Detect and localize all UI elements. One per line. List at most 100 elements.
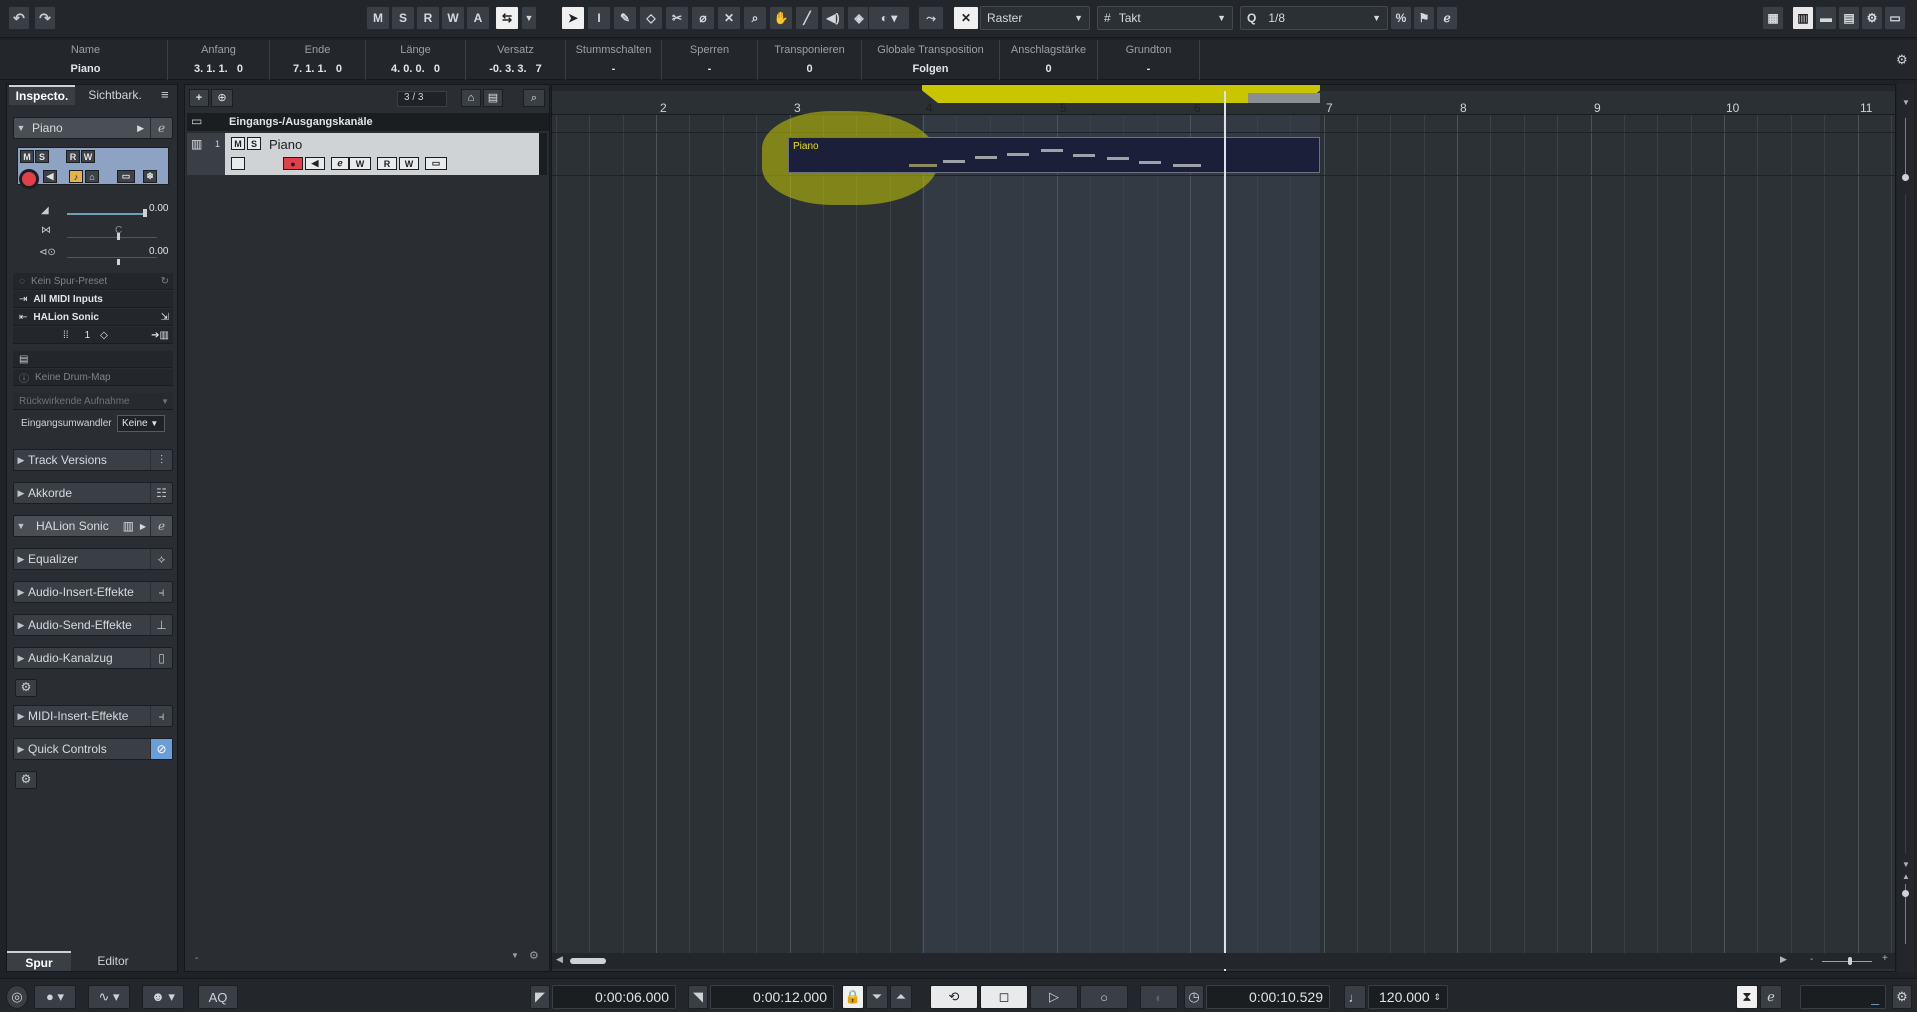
- tab-editor[interactable]: Editor: [73, 951, 153, 971]
- solo-button[interactable]: S: [35, 150, 49, 163]
- split-tool[interactable]: ✂: [665, 6, 689, 30]
- transport-gear-button[interactable]: ⚙: [1892, 985, 1912, 1009]
- layout-right-button[interactable]: ▤: [1838, 6, 1860, 30]
- range-tool[interactable]: I: [587, 6, 611, 30]
- grid-type-dropdown[interactable]: # Takt ▼: [1097, 6, 1233, 30]
- zoom-in-icon[interactable]: +: [1882, 953, 1888, 964]
- quantize-flag-button[interactable]: ⚑: [1413, 6, 1435, 30]
- info-col-transpose[interactable]: Transponieren 0: [758, 40, 862, 80]
- transport-settings-button[interactable]: ◎: [6, 985, 28, 1009]
- playhead-cursor[interactable]: [1224, 91, 1226, 971]
- right-locator-button[interactable]: ◥: [688, 985, 708, 1009]
- pan-slider-handle[interactable]: [117, 233, 120, 240]
- track-lanes-button[interactable]: ▭: [425, 157, 447, 170]
- mode-w-button[interactable]: W: [441, 6, 465, 30]
- vertical-zoom-dropdown[interactable]: ▼: [1902, 98, 1910, 107]
- vertical-scroll-track[interactable]: [1905, 194, 1906, 854]
- mute-tool[interactable]: ✕: [717, 6, 741, 30]
- monitor-button[interactable]: ◀: [43, 170, 57, 183]
- layout-lower-button[interactable]: ▬: [1815, 6, 1837, 30]
- info-col-length[interactable]: Länge 4. 0. 0. 0: [366, 40, 466, 80]
- read-button[interactable]: R: [66, 150, 80, 163]
- play-tool[interactable]: ◀): [821, 6, 845, 30]
- section-audio-inserts[interactable]: ▶ Audio-Insert-Effekte ⫞: [13, 581, 173, 603]
- info-col-offset[interactable]: Versatz -0. 3. 3. 7: [466, 40, 566, 80]
- line-tool[interactable]: ╱: [795, 6, 819, 30]
- color-menu-button[interactable]: ◐ ▾: [868, 6, 910, 30]
- auto-quantize-button[interactable]: AQ: [198, 985, 238, 1009]
- add-track-preset-button[interactable]: ⊕: [211, 89, 233, 107]
- track-record-button[interactable]: ●: [283, 157, 303, 170]
- horizontal-scroll-thumb[interactable]: [570, 958, 606, 964]
- info-col-start[interactable]: Anfang 3. 1. 1. 0: [168, 40, 270, 80]
- volume-slider[interactable]: [67, 213, 147, 215]
- folder-track[interactable]: ▭ Eingangs-/Ausgangskanäle: [187, 113, 549, 131]
- right-locator-field[interactable]: 0:00:12.000: [710, 985, 834, 1009]
- delay-slider-handle[interactable]: [117, 259, 120, 265]
- horizontal-zoom-handle[interactable]: [1848, 957, 1852, 965]
- vertical-scrollbar[interactable]: ▼ ▼ ▲: [1897, 84, 1915, 972]
- delay-slider[interactable]: [67, 257, 157, 258]
- info-col-mute[interactable]: Stummschalten -: [566, 40, 662, 80]
- section-track-versions[interactable]: ▶ Track Versions ⫶: [13, 449, 173, 471]
- add-track-button[interactable]: +: [189, 89, 209, 107]
- midi-note[interactable]: [1107, 157, 1129, 160]
- time-format-button[interactable]: ◷: [1184, 985, 1204, 1009]
- vertical-zoom-handle[interactable]: [1902, 174, 1909, 181]
- autoscroll-dropdown[interactable]: ▼: [521, 6, 537, 30]
- position-field[interactable]: 0:00:10.529: [1206, 985, 1330, 1009]
- lanes-button[interactable]: ▭: [117, 170, 135, 183]
- layout-button-1[interactable]: ▦: [1762, 6, 1784, 30]
- pan-slider[interactable]: [67, 237, 157, 238]
- object-select-tool[interactable]: ➤: [561, 6, 585, 30]
- section-chords[interactable]: ▶ Akkorde ☷: [13, 482, 173, 504]
- left-locator-button[interactable]: ◤: [530, 985, 550, 1009]
- info-col-velocity[interactable]: Anschlagstärke 0: [1000, 40, 1098, 80]
- quantize-edit-button[interactable]: ℯ: [1436, 6, 1458, 30]
- drum-map-field-top[interactable]: ▤: [13, 351, 173, 368]
- snap-toggle[interactable]: ⤳: [918, 6, 944, 30]
- punch-mode-button[interactable]: ☻ ▾: [142, 985, 184, 1009]
- midi-note[interactable]: [909, 164, 937, 167]
- vertical-zoom-track[interactable]: [1905, 118, 1906, 178]
- section-halion-sonic[interactable]: ▼ HALion Sonic ▥ ▶ ℯ: [13, 515, 173, 537]
- info-col-end[interactable]: Ende 7. 1. 1. 0: [270, 40, 366, 80]
- tracklist-zoom-dropdown[interactable]: ▼: [511, 951, 519, 960]
- track-search-button[interactable]: ⌕: [523, 89, 545, 107]
- info-col-lock[interactable]: Sperren -: [662, 40, 758, 80]
- info-col-global-transpose[interactable]: Globale Transposition Folgen: [862, 40, 1000, 80]
- track-list-view-button[interactable]: ▤: [483, 89, 503, 107]
- scroll-right-icon[interactable]: ▶: [1780, 954, 1787, 965]
- horizontal-zoom-slider[interactable]: [1822, 961, 1872, 962]
- click-button[interactable]: ⧗: [1736, 985, 1758, 1009]
- section-channel-strip[interactable]: ▶ Audio-Kanalzug ▯: [13, 647, 173, 669]
- input-transformer-dropdown[interactable]: Keine ▼: [117, 415, 165, 432]
- mode-r-button[interactable]: R: [416, 6, 440, 30]
- inspector-menu-button[interactable]: ≡: [161, 87, 169, 102]
- drum-map-field[interactable]: ⓘ Keine Drum-Map: [13, 369, 173, 386]
- midi-note[interactable]: [1173, 164, 1201, 167]
- midi-note[interactable]: [1041, 149, 1063, 152]
- quantize-dropdown[interactable]: Q 1/8 ▼: [1240, 6, 1388, 30]
- layout-inspector-button[interactable]: ▥: [1792, 6, 1814, 30]
- left-locator-field[interactable]: 0:00:06.000: [552, 985, 676, 1009]
- info-col-name[interactable]: Name Piano: [4, 40, 168, 80]
- track-read-button[interactable]: R: [377, 157, 397, 170]
- hand-tool[interactable]: ✋: [769, 6, 793, 30]
- track-solo-button[interactable]: S: [247, 137, 261, 150]
- cycle-button[interactable]: ⟲: [930, 985, 978, 1009]
- marker-field[interactable]: _: [1800, 985, 1886, 1009]
- write-button[interactable]: W: [81, 150, 95, 163]
- window-layout-button[interactable]: ▭: [1884, 6, 1906, 30]
- track-visibility-button[interactable]: ⌂: [461, 89, 481, 107]
- section-midi-inserts[interactable]: ▶ MIDI-Insert-Effekte ⫞: [13, 705, 173, 727]
- audio-mode-button[interactable]: ∿ ▾: [88, 985, 130, 1009]
- draw-tool[interactable]: ✎: [613, 6, 637, 30]
- midi-note[interactable]: [1139, 161, 1161, 164]
- track-preset-field[interactable]: ◌ Kein Spur-Preset ↻: [13, 273, 173, 290]
- glue-tool[interactable]: ⌀: [691, 6, 715, 30]
- toolbar-settings-button[interactable]: ⚙: [1861, 6, 1883, 30]
- track-monitor-button[interactable]: ◀: [305, 157, 325, 170]
- info-col-root-key[interactable]: Grundton -: [1098, 40, 1200, 80]
- section-equalizer[interactable]: ▶ Equalizer ⟡: [13, 548, 173, 570]
